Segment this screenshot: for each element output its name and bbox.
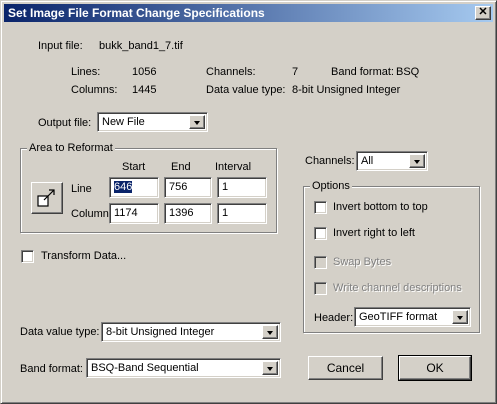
- invert-bottom-top-label: Invert bottom to top: [333, 201, 428, 213]
- band-format-value: BSQ-Band Sequential: [91, 362, 199, 374]
- ok-button[interactable]: OK: [398, 355, 472, 381]
- channels-info-value: 7: [292, 66, 299, 78]
- select-area-icon: [37, 189, 55, 207]
- line-start-input[interactable]: 646: [109, 177, 159, 198]
- data-value-type-dropdown[interactable]: 8-bit Unsigned Integer: [101, 322, 281, 342]
- channels-dropdown[interactable]: All: [356, 151, 428, 171]
- chevron-down-icon[interactable]: [262, 361, 278, 375]
- swap-bytes-checkbox[interactable]: [314, 256, 327, 269]
- chevron-down-icon[interactable]: [409, 154, 425, 168]
- transform-data-checkbox[interactable]: [21, 250, 34, 263]
- start-header: Start: [122, 161, 146, 173]
- line-interval-value: 1: [222, 181, 229, 193]
- column-end-input[interactable]: 1396: [164, 203, 212, 224]
- column-label: Column: [71, 208, 109, 220]
- write-channel-descriptions-checkbox[interactable]: [314, 282, 327, 295]
- input-file-label: Input file:: [38, 40, 83, 52]
- header-value: GeoTIFF format: [359, 311, 438, 323]
- output-file-dropdown[interactable]: New File: [97, 112, 208, 132]
- cancel-button[interactable]: Cancel: [308, 356, 383, 380]
- output-file-label: Output file:: [38, 117, 92, 129]
- columns-label: Columns:: [71, 84, 118, 96]
- columns-value: 1445: [132, 84, 157, 96]
- window-title: Set Image File Format Change Specificati…: [8, 6, 265, 20]
- invert-right-left-label: Invert right to left: [333, 227, 415, 239]
- end-header: End: [171, 161, 191, 173]
- options-group-title: Options: [310, 180, 352, 192]
- channels-info-label: Channels:: [206, 66, 256, 78]
- cancel-label: Cancel: [326, 361, 365, 375]
- header-dropdown[interactable]: GeoTIFF format: [354, 307, 471, 327]
- header-label: Header:: [314, 312, 354, 324]
- output-file-value: New File: [102, 116, 145, 128]
- data-value-type-label: Data value type:: [20, 326, 100, 338]
- column-interval-value: 1: [222, 207, 229, 219]
- write-channel-descriptions-label: Write channel descriptions: [333, 282, 462, 294]
- invert-bottom-top-checkbox[interactable]: [314, 201, 327, 214]
- select-area-button[interactable]: [31, 182, 63, 214]
- line-label: Line: [71, 183, 92, 195]
- chevron-down-icon[interactable]: [452, 310, 468, 324]
- swap-bytes-label: Swap Bytes: [333, 256, 392, 268]
- line-end-value: 756: [169, 181, 188, 193]
- interval-header: Interval: [215, 161, 252, 173]
- title-bar: Set Image File Format Change Specificati…: [4, 4, 493, 22]
- channels-value: All: [361, 155, 374, 167]
- line-start-value: 646: [114, 181, 133, 193]
- column-interval-input[interactable]: 1: [217, 203, 267, 224]
- band-format-info-value: BSQ: [396, 66, 420, 78]
- invert-right-left-checkbox[interactable]: [314, 227, 327, 240]
- band-format-dropdown[interactable]: BSQ-Band Sequential: [86, 358, 281, 378]
- line-interval-input[interactable]: 1: [217, 177, 267, 198]
- line-end-input[interactable]: 756: [164, 177, 212, 198]
- close-icon: ✕: [478, 6, 488, 18]
- data-value-type-value: 8-bit Unsigned Integer: [106, 326, 215, 338]
- column-end-value: 1396: [169, 207, 194, 219]
- transform-data-label: Transform Data...: [41, 250, 127, 262]
- chevron-down-icon[interactable]: [189, 115, 205, 129]
- band-format-info-label: Band format:: [331, 66, 394, 78]
- column-start-value: 1174: [114, 207, 138, 219]
- area-group-title: Area to Reformat: [27, 142, 115, 154]
- band-format-label: Band format:: [20, 363, 83, 375]
- ok-label: OK: [426, 361, 444, 375]
- data-value-type-info-value: 8-bit Unsigned Integer: [292, 84, 401, 96]
- channels-label: Channels:: [305, 155, 355, 167]
- dialog-window: Set Image File Format Change Specificati…: [0, 0, 497, 404]
- column-start-input[interactable]: 1174: [109, 203, 159, 224]
- data-value-type-info-label: Data value type:: [206, 84, 286, 96]
- lines-value: 1056: [132, 66, 157, 78]
- chevron-down-icon[interactable]: [262, 325, 278, 339]
- close-button[interactable]: ✕: [475, 6, 491, 20]
- input-file-value: bukk_band1_7.tif: [99, 40, 183, 52]
- lines-label: Lines:: [71, 66, 101, 78]
